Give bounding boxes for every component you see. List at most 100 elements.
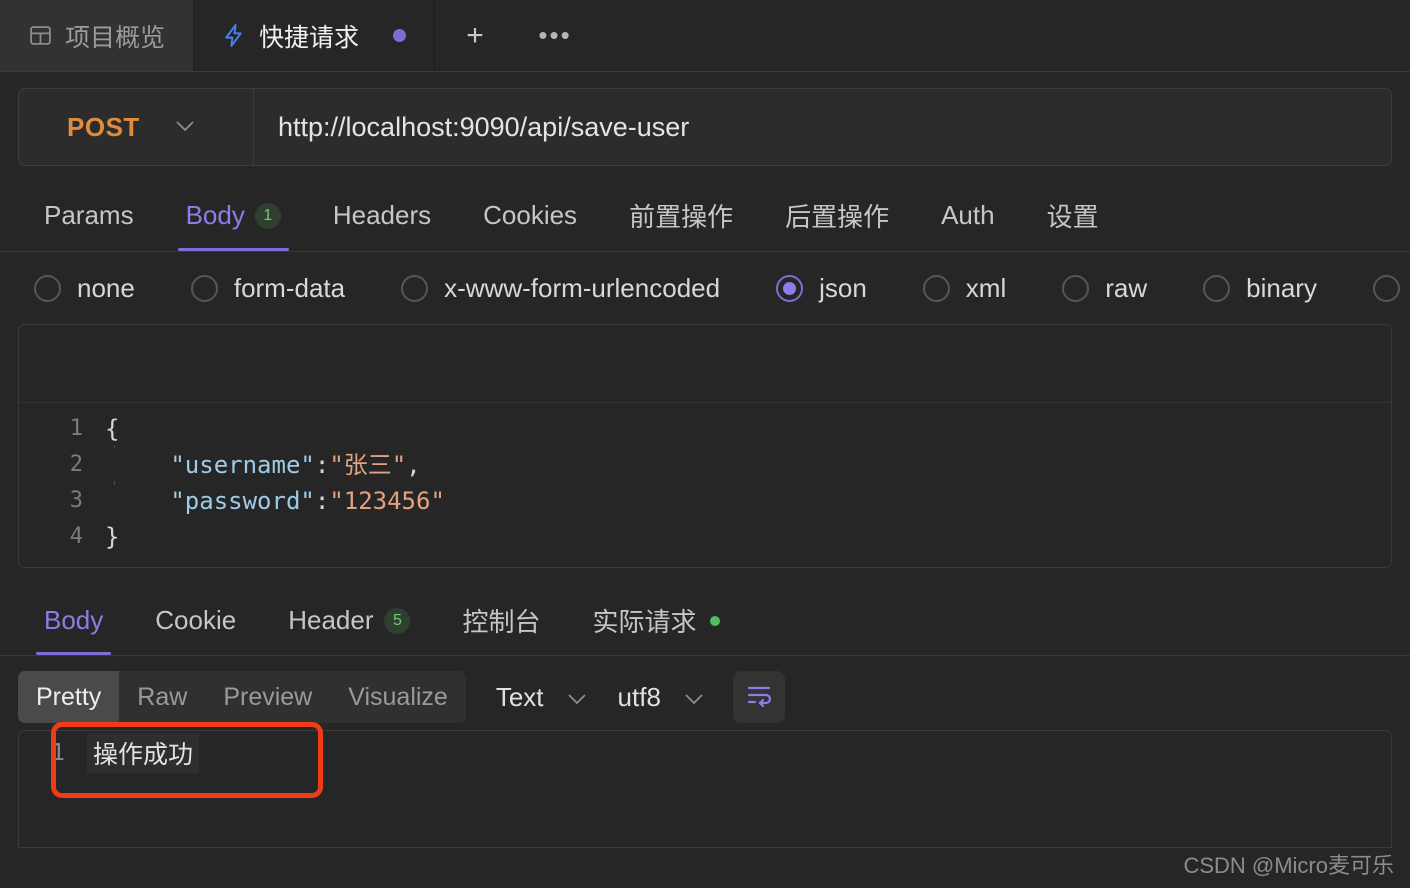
request-tab-label: Cookies <box>483 200 578 230</box>
body-type-label: none <box>77 272 135 303</box>
request-tab-label: Auth <box>941 200 995 230</box>
code-text: "username":"张三", <box>127 447 421 483</box>
body-type-option-raw[interactable]: raw <box>1062 273 1147 304</box>
radio-icon <box>1062 274 1090 302</box>
url-input[interactable]: http://localhost:9090/api/save-user <box>254 89 1391 165</box>
http-method-select[interactable]: POST <box>19 89 254 165</box>
code-token-key: "username" <box>170 451 315 479</box>
request-tab-headers[interactable]: Headers <box>307 180 457 251</box>
chevron-down-icon <box>174 118 196 137</box>
radio-icon-selected <box>776 274 804 302</box>
body-type-option-none[interactable]: none <box>34 273 135 304</box>
line-number: 3 <box>69 488 83 513</box>
response-tab-cookie[interactable]: Cookie <box>129 586 262 655</box>
window-tab-label: 快捷请求 <box>259 23 360 52</box>
body-type-option-graphql[interactable]: Gr <box>1372 273 1410 304</box>
layout-panel-icon <box>28 23 53 48</box>
request-tab-cookies[interactable]: Cookies <box>457 180 603 251</box>
json-code-area[interactable]: 1 { 2 "username":"张三", 3 "password":"123… <box>19 403 1391 567</box>
request-tab-post-operation[interactable]: 后置操作 <box>759 180 915 251</box>
code-token: } <box>105 523 120 551</box>
body-type-option-xml[interactable]: xml <box>922 272 1007 304</box>
response-tab-label: 控制台 <box>462 607 541 637</box>
view-mode-preview[interactable]: Preview <box>205 671 330 723</box>
radio-icon <box>401 274 429 302</box>
response-tab-header[interactable]: Header 5 <box>262 586 436 655</box>
body-type-label: json <box>819 272 867 303</box>
response-tab-console[interactable]: 控制台 <box>436 586 566 655</box>
response-encoding-select[interactable]: utf8 <box>618 682 705 713</box>
radio-icon <box>1372 274 1400 302</box>
response-format-select[interactable]: Text <box>496 682 588 713</box>
request-tab-auth[interactable]: Auth <box>915 180 1021 251</box>
request-tab-params[interactable]: Params <box>18 180 160 251</box>
view-mode-raw[interactable]: Raw <box>119 671 205 723</box>
json-body-editor[interactable]: 1 { 2 "username":"张三", 3 "password":"123… <box>18 324 1392 568</box>
radio-icon <box>922 274 950 302</box>
code-token-key: "password" <box>170 487 315 515</box>
window-tab-project-overview[interactable]: 项目概览 <box>0 0 195 71</box>
editor-toolbar-strip <box>19 325 1391 403</box>
response-tabs: Body Cookie Header 5 控制台 实际请求 <box>0 586 1410 656</box>
radio-icon <box>190 274 218 302</box>
code-token-value: "123456" <box>329 487 445 515</box>
request-tab-label: 前置操作 <box>629 202 734 232</box>
word-wrap-toggle-button[interactable] <box>732 671 785 723</box>
body-type-option-json[interactable]: json <box>776 273 867 304</box>
body-type-label: xml <box>965 272 1007 303</box>
response-line: 1 操作成功 <box>19 731 1391 775</box>
body-type-label: x-www-form-urlencoded <box>444 272 721 303</box>
body-type-option-binary[interactable]: binary <box>1203 273 1317 304</box>
http-method-label: POST <box>67 111 140 142</box>
request-tab-pre-operation[interactable]: 前置操作 <box>603 180 759 251</box>
response-view-mode-group: Pretty Raw Preview Visualize <box>18 671 466 723</box>
code-line: 2 "username":"张三", <box>19 445 1391 483</box>
response-tab-label: Cookie <box>155 605 237 635</box>
code-text: { <box>105 411 119 447</box>
view-mode-visualize[interactable]: Visualize <box>330 671 466 723</box>
watermark-text: CSDN @Micro麦可乐 <box>1183 853 1394 878</box>
url-bar: POST http://localhost:9090/api/save-user <box>18 88 1392 166</box>
new-tab-button[interactable]: + <box>435 0 515 71</box>
body-type-option-form-data[interactable]: form-data <box>190 272 346 304</box>
window-tab-bar: 项目概览 快捷请求 + ••• <box>0 0 1410 72</box>
response-toolbar: Pretty Raw Preview Visualize Text utf8 <box>0 664 1410 730</box>
body-type-radio-group: none form-data x-www-form-urlencoded jso… <box>0 252 1410 324</box>
body-type-label: raw <box>1105 272 1148 303</box>
code-token-comma: , <box>406 451 421 479</box>
response-tab-actual-request[interactable]: 实际请求 <box>567 586 746 655</box>
tab-more-options-button[interactable]: ••• <box>515 0 595 71</box>
line-number: 1 <box>69 416 83 441</box>
response-format-value: Text <box>495 681 544 712</box>
line-number: 2 <box>69 452 83 477</box>
code-text: "password":"123456" <box>127 483 445 519</box>
url-row: POST http://localhost:9090/api/save-user <box>0 72 1410 180</box>
unsaved-indicator-dot <box>393 29 407 42</box>
request-tab-body[interactable]: Body 1 <box>160 180 307 251</box>
body-type-label: binary <box>1246 272 1317 303</box>
response-tab-badge: 5 <box>384 607 411 634</box>
chevron-down-icon <box>566 682 588 713</box>
request-tab-settings[interactable]: 设置 <box>1021 180 1125 251</box>
window-tab-quick-request[interactable]: 快捷请求 <box>194 0 436 71</box>
code-token-value: "张三" <box>329 451 407 479</box>
response-line-text: 操作成功 <box>87 733 200 773</box>
radio-icon <box>1203 274 1231 302</box>
body-type-label: form-data <box>233 272 346 303</box>
response-encoding-value: utf8 <box>617 681 661 712</box>
code-line: 1 { <box>19 411 1391 447</box>
request-tab-badge: 1 <box>254 202 281 229</box>
response-body-view[interactable]: 1 操作成功 <box>18 730 1392 848</box>
request-tab-label: Body <box>185 200 245 230</box>
code-token-colon: : <box>314 487 330 515</box>
body-type-option-x-www-form-urlencoded[interactable]: x-www-form-urlencoded <box>401 273 720 304</box>
response-tab-body[interactable]: Body <box>18 586 129 655</box>
response-body-wrap: 1 操作成功 <box>0 722 1410 848</box>
code-line: 3 "password":"123456" <box>19 481 1391 519</box>
code-token-colon: : <box>314 451 330 479</box>
line-number: 1 <box>51 740 65 766</box>
status-dot-icon <box>709 615 720 626</box>
response-tab-label: Header <box>288 605 374 635</box>
code-token: { <box>105 415 120 443</box>
view-mode-pretty[interactable]: Pretty <box>18 671 120 723</box>
